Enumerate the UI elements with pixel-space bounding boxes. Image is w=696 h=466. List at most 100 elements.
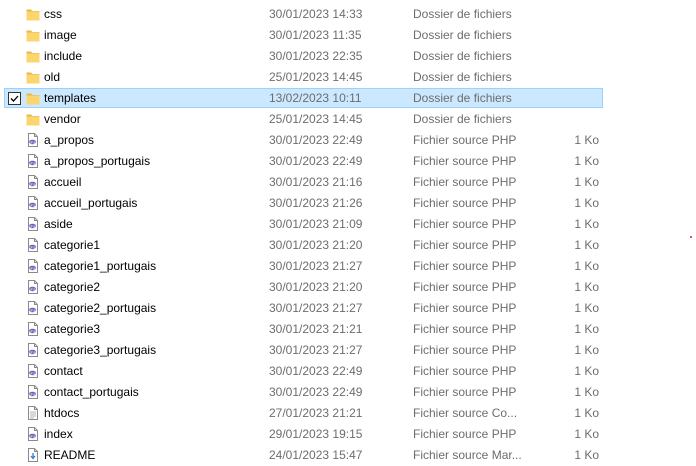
file-date: 30/01/2023 22:49 bbox=[269, 154, 363, 168]
php-file-icon: php bbox=[26, 342, 40, 358]
file-size: 1 Ko bbox=[574, 133, 599, 147]
file-row-a-propos-portugais[interactable]: php a_propos_portugais 30/01/2023 22:49 … bbox=[0, 151, 696, 172]
folder-icon bbox=[26, 48, 40, 64]
file-type: Fichier source PHP bbox=[413, 364, 517, 378]
svg-text:php: php bbox=[29, 371, 35, 375]
php-file-icon: php bbox=[26, 174, 40, 190]
file-row-index[interactable]: php index 29/01/2023 19:15 Fichier sourc… bbox=[0, 424, 696, 445]
file-name: templates bbox=[44, 91, 97, 105]
svg-text:php: php bbox=[29, 266, 35, 270]
file-type: Fichier source PHP bbox=[413, 322, 517, 336]
file-list: css 30/01/2023 14:33 Dossier de fichiers… bbox=[0, 4, 696, 466]
svg-text:php: php bbox=[29, 224, 35, 228]
row-checkbox[interactable] bbox=[8, 92, 21, 105]
file-name: contact_portugais bbox=[44, 385, 139, 399]
file-size: 1 Ko bbox=[574, 385, 599, 399]
file-type: Dossier de fichiers bbox=[413, 49, 512, 63]
file-name: css bbox=[44, 7, 62, 21]
file-date: 30/01/2023 21:27 bbox=[269, 301, 363, 315]
file-name: image bbox=[44, 28, 77, 42]
file-size: 1 Ko bbox=[574, 343, 599, 357]
file-size: 1 Ko bbox=[574, 280, 599, 294]
file-size: 1 Ko bbox=[574, 427, 599, 441]
svg-text:php: php bbox=[29, 392, 35, 396]
file-type: Fichier source PHP bbox=[413, 343, 517, 357]
file-row-categorie3-portugais[interactable]: php categorie3_portugais 30/01/2023 21:2… bbox=[0, 340, 696, 361]
file-row-accueil[interactable]: php accueil 30/01/2023 21:16 Fichier sou… bbox=[0, 172, 696, 193]
file-name: categorie2_portugais bbox=[44, 301, 157, 315]
file-date: 30/01/2023 21:20 bbox=[269, 238, 363, 252]
file-row-htdocs[interactable]: htdocs 27/01/2023 21:21 Fichier source C… bbox=[0, 403, 696, 424]
file-date: 30/01/2023 21:27 bbox=[269, 343, 363, 357]
file-size: 1 Ko bbox=[574, 406, 599, 420]
file-row-contact[interactable]: php contact 30/01/2023 22:49 Fichier sou… bbox=[0, 361, 696, 382]
file-row-categorie3[interactable]: php categorie3 30/01/2023 21:21 Fichier … bbox=[0, 319, 696, 340]
file-date: 30/01/2023 22:49 bbox=[269, 133, 363, 147]
php-file-icon: php bbox=[26, 321, 40, 337]
file-type: Fichier source PHP bbox=[413, 217, 517, 231]
file-name: categorie2 bbox=[44, 280, 101, 294]
file-row-contact-portugais[interactable]: php contact_portugais 30/01/2023 22:49 F… bbox=[0, 382, 696, 403]
file-row-a-propos[interactable]: php a_propos 30/01/2023 22:49 Fichier so… bbox=[0, 130, 696, 151]
file-row-old[interactable]: old 25/01/2023 14:45 Dossier de fichiers bbox=[0, 67, 696, 88]
file-name: aside bbox=[44, 217, 73, 231]
folder-icon bbox=[26, 6, 40, 22]
svg-text:php: php bbox=[29, 140, 35, 144]
file-row-css[interactable]: css 30/01/2023 14:33 Dossier de fichiers bbox=[0, 4, 696, 25]
file-type: Fichier source Co... bbox=[413, 406, 518, 420]
file-name: vendor bbox=[44, 112, 81, 126]
file-size: 1 Ko bbox=[574, 238, 599, 252]
file-row-categorie1-portugais[interactable]: php categorie1_portugais 30/01/2023 21:2… bbox=[0, 256, 696, 277]
file-row-aside[interactable]: php aside 30/01/2023 21:09 Fichier sourc… bbox=[0, 214, 696, 235]
php-file-icon: php bbox=[26, 195, 40, 211]
file-type: Fichier source PHP bbox=[413, 427, 517, 441]
file-name: a_propos_portugais bbox=[44, 154, 151, 168]
file-size: 1 Ko bbox=[574, 217, 599, 231]
file-size: 1 Ko bbox=[574, 259, 599, 273]
file-type: Fichier source PHP bbox=[413, 133, 517, 147]
svg-text:php: php bbox=[29, 434, 35, 438]
file-size: 1 Ko bbox=[574, 364, 599, 378]
file-name: categorie3_portugais bbox=[44, 343, 157, 357]
php-file-icon: php bbox=[26, 300, 40, 316]
file-date: 30/01/2023 21:16 bbox=[269, 175, 363, 189]
file-date: 25/01/2023 14:45 bbox=[269, 70, 363, 84]
file-row-categorie2-portugais[interactable]: php categorie2_portugais 30/01/2023 21:2… bbox=[0, 298, 696, 319]
php-file-icon: php bbox=[26, 279, 40, 295]
file-date: 25/01/2023 14:45 bbox=[269, 112, 363, 126]
file-size: 1 Ko bbox=[574, 196, 599, 210]
file-date: 30/01/2023 21:21 bbox=[269, 322, 363, 336]
file-row-image[interactable]: image 30/01/2023 11:35 Dossier de fichie… bbox=[0, 25, 696, 46]
file-type: Fichier source PHP bbox=[413, 154, 517, 168]
svg-text:php: php bbox=[29, 203, 35, 207]
file-row-templates[interactable]: templates 13/02/2023 10:11 Dossier de fi… bbox=[0, 88, 696, 109]
file-date: 30/01/2023 22:35 bbox=[269, 49, 363, 63]
file-row-vendor[interactable]: vendor 25/01/2023 14:45 Dossier de fichi… bbox=[0, 109, 696, 130]
file-date: 30/01/2023 21:26 bbox=[269, 196, 363, 210]
file-name: include bbox=[44, 49, 83, 63]
file-row-readme[interactable]: README 24/01/2023 15:47 Fichier source M… bbox=[0, 445, 696, 466]
file-name: categorie1_portugais bbox=[44, 259, 157, 273]
file-type: Fichier source PHP bbox=[413, 175, 517, 189]
folder-icon bbox=[26, 111, 40, 127]
file-type: Dossier de fichiers bbox=[413, 28, 512, 42]
file-type: Dossier de fichiers bbox=[413, 91, 512, 105]
red-dot-marker bbox=[690, 236, 692, 238]
file-name: old bbox=[44, 70, 61, 84]
file-row-accueil-portugais[interactable]: php accueil_portugais 30/01/2023 21:26 F… bbox=[0, 193, 696, 214]
svg-text:php: php bbox=[29, 329, 35, 333]
file-size: 1 Ko bbox=[574, 154, 599, 168]
checkmark-icon bbox=[10, 95, 19, 102]
file-row-categorie2[interactable]: php categorie2 30/01/2023 21:20 Fichier … bbox=[0, 277, 696, 298]
file-date: 29/01/2023 19:15 bbox=[269, 427, 363, 441]
file-name: contact bbox=[44, 364, 83, 378]
file-name: categorie1 bbox=[44, 238, 101, 252]
file-date: 30/01/2023 21:27 bbox=[269, 259, 363, 273]
file-type: Dossier de fichiers bbox=[413, 7, 512, 21]
file-name: accueil_portugais bbox=[44, 196, 138, 210]
text-file-icon bbox=[26, 405, 40, 421]
file-name: index bbox=[44, 427, 73, 441]
file-row-categorie1[interactable]: php categorie1 30/01/2023 21:20 Fichier … bbox=[0, 235, 696, 256]
markdown-file-icon bbox=[26, 447, 40, 463]
file-row-include[interactable]: include 30/01/2023 22:35 Dossier de fich… bbox=[0, 46, 696, 67]
